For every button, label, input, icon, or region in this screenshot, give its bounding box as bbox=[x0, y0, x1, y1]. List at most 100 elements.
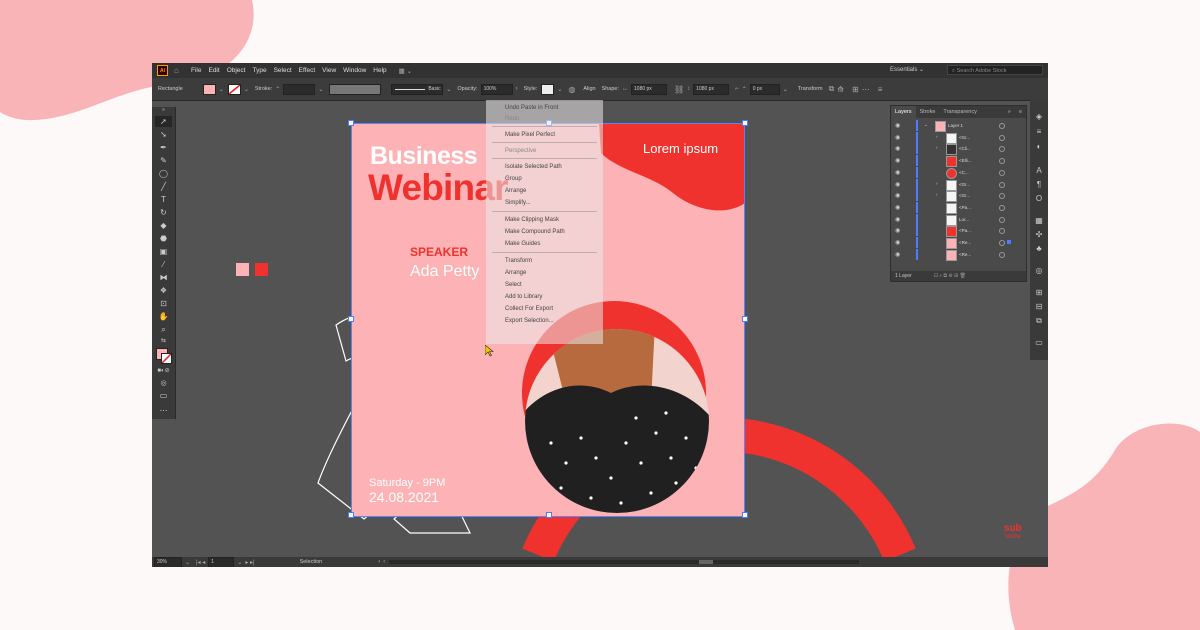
target-circle-icon[interactable] bbox=[999, 169, 1005, 176]
layer-row[interactable]: ◉ <Elli... bbox=[891, 155, 1019, 168]
libraries-panel-icon[interactable]: ◐ bbox=[1033, 142, 1045, 152]
direct-selection-tool-icon[interactable]: ➘ bbox=[155, 129, 172, 140]
fill-stroke-indicator[interactable] bbox=[156, 348, 172, 364]
visibility-eye-icon[interactable]: ◉ bbox=[895, 157, 900, 164]
paragraph-panel-icon[interactable]: ¶ bbox=[1033, 180, 1045, 190]
eyedropper-tool-icon[interactable]: ⁄ bbox=[155, 259, 172, 270]
tab-stroke[interactable]: Stroke bbox=[916, 109, 940, 115]
layers-footer-icons[interactable]: ⊡ ⌕ ⧉ ⊕ ⊞ 🗑 bbox=[934, 273, 966, 279]
eraser-tool-icon[interactable]: ◆ bbox=[155, 220, 172, 231]
expand-chevron-icon[interactable]: ⌄ bbox=[924, 122, 928, 128]
menu-make-pixel-perfect[interactable]: Make Pixel Perfect bbox=[505, 132, 555, 138]
rotate-tool-icon[interactable]: ↻ bbox=[155, 207, 172, 218]
symbols-panel-icon[interactable]: ♣ bbox=[1033, 244, 1045, 254]
expand-chevron-icon[interactable]: › bbox=[936, 145, 938, 150]
layer-row[interactable]: ◉ Lor... bbox=[891, 213, 1019, 226]
handle-bottom-mid[interactable] bbox=[546, 512, 552, 518]
character-panel-icon[interactable]: A bbox=[1033, 166, 1045, 176]
visibility-eye-icon[interactable]: ◉ bbox=[895, 169, 900, 176]
visibility-eye-icon[interactable]: ◉ bbox=[895, 251, 900, 258]
target-circle-icon[interactable] bbox=[999, 181, 1005, 188]
expand-chevron-icon[interactable]: › bbox=[936, 134, 938, 139]
visibility-eye-icon[interactable]: ◉ bbox=[895, 145, 900, 152]
menu-make-guides[interactable]: Make Guides bbox=[505, 241, 540, 247]
handle-bottom-left[interactable] bbox=[348, 512, 354, 518]
zoom-tool-icon[interactable]: ⌕ bbox=[155, 324, 172, 335]
default-colors-icon[interactable]: ⇆ bbox=[155, 336, 172, 347]
blend-tool-icon[interactable]: ⧓ bbox=[155, 272, 172, 283]
handle-mid-right[interactable] bbox=[742, 316, 748, 322]
menu-transform[interactable]: Transform bbox=[505, 258, 532, 264]
align-panel-icon[interactable]: ⊞ bbox=[1033, 288, 1045, 298]
tab-layers[interactable]: Layers bbox=[891, 106, 916, 118]
layer-row[interactable]: ◉ <Re... bbox=[891, 248, 1019, 261]
transform-panel-icon[interactable]: ⊟ bbox=[1033, 302, 1045, 312]
panel-collapse-icon[interactable]: » bbox=[155, 107, 172, 113]
menu-add-to-library[interactable]: Add to Library bbox=[505, 294, 542, 300]
scrollbar-thumb[interactable] bbox=[699, 560, 714, 564]
pathfinder-panel-icon[interactable]: ⧉ bbox=[1033, 316, 1045, 326]
shape-builder-tool-icon[interactable]: ⬣ bbox=[155, 233, 172, 244]
curvature-tool-icon[interactable]: ✎ bbox=[155, 155, 172, 166]
selection-tool-icon[interactable]: ➚ bbox=[155, 116, 172, 127]
layer-row[interactable]: ◉ › <Gr... bbox=[891, 190, 1019, 203]
tab-transparency[interactable]: Transparency bbox=[939, 109, 980, 115]
symbol-sprayer-tool-icon[interactable]: ❖ bbox=[155, 285, 172, 296]
status-arrow-icon[interactable]: › bbox=[378, 559, 380, 565]
visibility-eye-icon[interactable]: ◉ bbox=[895, 239, 900, 246]
visibility-eye-icon[interactable]: ◉ bbox=[895, 181, 900, 188]
target-circle-icon[interactable] bbox=[999, 240, 1005, 246]
menu-select[interactable]: Select bbox=[505, 282, 522, 288]
color-mode-icon[interactable]: ■◐⊘ bbox=[155, 366, 172, 377]
layer-row[interactable]: ◉ › <Cli... bbox=[891, 143, 1019, 156]
handle-top-left[interactable] bbox=[348, 120, 354, 126]
menu-arrange-1[interactable]: Arrange bbox=[505, 188, 526, 194]
screen-mode-icon[interactable]: ▭ bbox=[155, 390, 172, 401]
layer-row[interactable]: ◉ <Re... bbox=[891, 237, 1019, 249]
visibility-eye-icon[interactable]: ◉ bbox=[895, 122, 900, 129]
target-circle-icon[interactable] bbox=[999, 216, 1005, 223]
menu-isolate-selected-path[interactable]: Isolate Selected Path bbox=[505, 164, 562, 170]
red-color-swatch[interactable] bbox=[255, 263, 268, 276]
layer-row[interactable]: ◉ › <Gr... bbox=[891, 131, 1019, 144]
menu-redo[interactable]: Redo bbox=[505, 116, 519, 122]
layers-panel-icon[interactable]: ◈ bbox=[1033, 112, 1045, 122]
target-circle-icon[interactable] bbox=[999, 146, 1005, 153]
pink-color-swatch[interactable] bbox=[236, 263, 249, 276]
properties-panel-icon[interactable]: ≡ bbox=[1033, 127, 1045, 137]
swatches-panel-icon[interactable]: ▦ bbox=[1033, 216, 1045, 226]
menu-perspective[interactable]: Perspective bbox=[505, 148, 536, 154]
menu-simplify[interactable]: Simplify... bbox=[505, 200, 531, 206]
visibility-eye-icon[interactable]: ◉ bbox=[895, 192, 900, 199]
handle-top-right[interactable] bbox=[742, 120, 748, 126]
menu-make-compound-path[interactable]: Make Compound Path bbox=[505, 229, 565, 235]
panel-expand-icon[interactable]: » bbox=[1004, 109, 1015, 115]
zoom-level-field[interactable]: 30% bbox=[154, 556, 182, 567]
menu-undo-paste[interactable]: Undo Paste in Front bbox=[505, 105, 558, 111]
visibility-eye-icon[interactable]: ◉ bbox=[895, 227, 900, 234]
ellipse-tool-icon[interactable]: ◯ bbox=[155, 168, 172, 179]
visibility-eye-icon[interactable]: ◉ bbox=[895, 216, 900, 223]
menu-collect-for-export[interactable]: Collect For Export bbox=[505, 306, 553, 312]
zoom-dropdown-icon[interactable]: ⌄ bbox=[185, 559, 190, 566]
expand-chevron-icon[interactable]: › bbox=[936, 192, 938, 197]
menu-arrange-2[interactable]: Arrange bbox=[505, 270, 526, 276]
visibility-eye-icon[interactable]: ◉ bbox=[895, 204, 900, 211]
horizontal-scrollbar[interactable] bbox=[389, 560, 860, 564]
type-tool-icon[interactable]: T bbox=[155, 194, 172, 205]
menu-group[interactable]: Group bbox=[505, 176, 522, 182]
graphic-styles-panel-icon[interactable]: ◎ bbox=[1033, 266, 1045, 276]
gradient-tool-icon[interactable]: ▣ bbox=[155, 246, 172, 257]
expand-chevron-icon[interactable]: › bbox=[936, 181, 938, 186]
target-circle-icon[interactable] bbox=[999, 228, 1005, 235]
menu-export-selection[interactable]: Export Selection... bbox=[505, 318, 554, 324]
handle-bottom-right[interactable] bbox=[742, 512, 748, 518]
menu-make-clipping-mask[interactable]: Make Clipping Mask bbox=[505, 217, 559, 223]
stroke-color-box[interactable] bbox=[161, 353, 172, 364]
panel-menu-icon[interactable]: ≡ bbox=[1015, 109, 1026, 115]
more-tools-icon[interactable]: ⋯ bbox=[155, 405, 172, 416]
handle-mid-left[interactable] bbox=[348, 316, 354, 322]
target-circle-icon[interactable] bbox=[999, 251, 1005, 258]
layer-row[interactable]: ◉ ⌄ Layer 1 bbox=[891, 120, 1019, 132]
layer-row[interactable]: ◉ <Pa... bbox=[891, 225, 1019, 238]
